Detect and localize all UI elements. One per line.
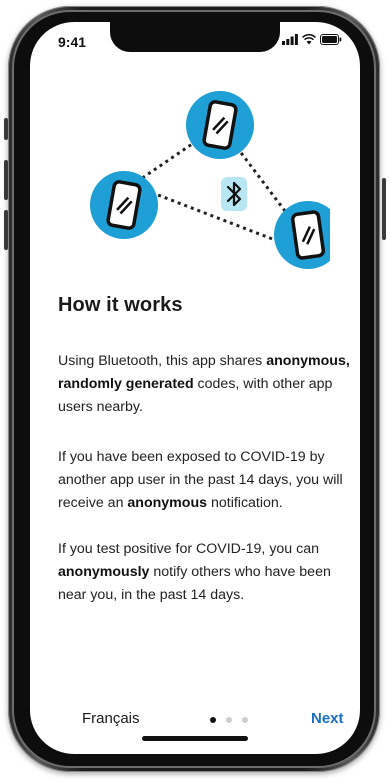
page-dot-2[interactable] <box>226 717 232 723</box>
phone-icon <box>90 171 158 239</box>
info-paragraph-2: If you have been exposed to COVID-19 by … <box>58 446 358 515</box>
phone-icon <box>186 91 254 159</box>
next-button[interactable]: Next <box>311 710 344 727</box>
side-button-volume-down <box>4 210 8 250</box>
wifi-icon <box>302 34 316 45</box>
info-paragraph-3: If you test positive for COVID-19, you c… <box>58 538 358 607</box>
notch <box>110 22 280 52</box>
phone-screen: 9:41 How it works Using Bluetooth, this … <box>30 22 360 754</box>
side-button-volume-up <box>4 160 8 200</box>
paragraph-emphasis: anonymously <box>58 564 150 580</box>
bluetooth-illustration <box>90 91 330 269</box>
page-dot-1[interactable] <box>210 717 216 723</box>
stage: 9:41 How it works Using Bluetooth, this … <box>0 0 390 780</box>
page-dot-3[interactable] <box>242 717 248 723</box>
home-indicator[interactable] <box>142 736 248 741</box>
page-title: How it works <box>58 294 183 316</box>
bluetooth-icon <box>221 177 247 211</box>
paragraph-text: Using Bluetooth, this app shares <box>58 353 267 369</box>
status-icons <box>282 34 342 45</box>
signal-icon <box>282 34 298 45</box>
info-paragraph-1: Using Bluetooth, this app shares anonymo… <box>58 350 358 419</box>
battery-icon <box>320 34 342 45</box>
language-toggle-button[interactable]: Français <box>82 710 140 727</box>
page-indicator <box>210 717 248 723</box>
phone-icon <box>274 201 330 269</box>
status-time: 9:41 <box>58 34 87 50</box>
side-button-mute <box>4 118 8 140</box>
paragraph-emphasis: anonymous <box>127 495 208 511</box>
paragraph-text: notification. <box>207 495 283 511</box>
side-button-power <box>382 178 386 240</box>
paragraph-text: If you test positive for COVID-19, you c… <box>58 541 320 557</box>
